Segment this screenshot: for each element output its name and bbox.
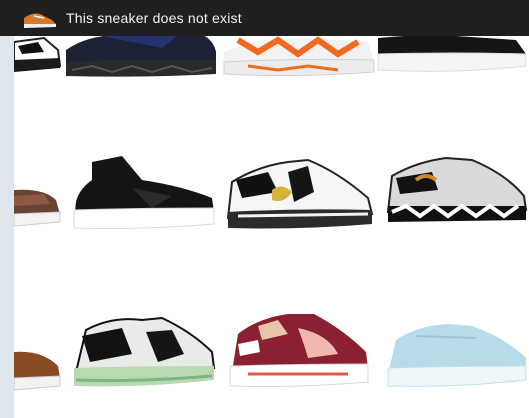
sneaker-image-10[interactable] xyxy=(62,310,218,396)
app-title: This sneaker does not exist xyxy=(66,10,242,26)
app-header: This sneaker does not exist xyxy=(0,0,529,36)
sneaker-gallery xyxy=(14,0,529,418)
sneaker-grid xyxy=(14,0,529,418)
sneaker-black-green-icon xyxy=(74,316,216,387)
sneaker-image-5[interactable] xyxy=(14,180,62,236)
sneaker-black-icon xyxy=(73,156,215,229)
sneaker-image-8[interactable] xyxy=(376,150,529,236)
sneaker-grey-black-icon xyxy=(386,156,528,222)
sneaker-brown-icon xyxy=(14,189,61,227)
sneaker-logo-icon xyxy=(22,6,58,30)
sneaker-image-6[interactable] xyxy=(62,150,218,236)
sneaker-brown-leather-icon xyxy=(14,351,61,391)
sneaker-image-11[interactable] xyxy=(218,304,378,396)
sneaker-maroon-pink-icon xyxy=(229,314,369,387)
sneaker-image-9[interactable] xyxy=(14,336,62,396)
sneaker-light-blue-icon xyxy=(387,324,527,387)
sneaker-image-12[interactable] xyxy=(376,318,529,394)
sneaker-image-7[interactable] xyxy=(218,152,378,236)
sneaker-white-black-yellow-icon xyxy=(226,158,374,229)
